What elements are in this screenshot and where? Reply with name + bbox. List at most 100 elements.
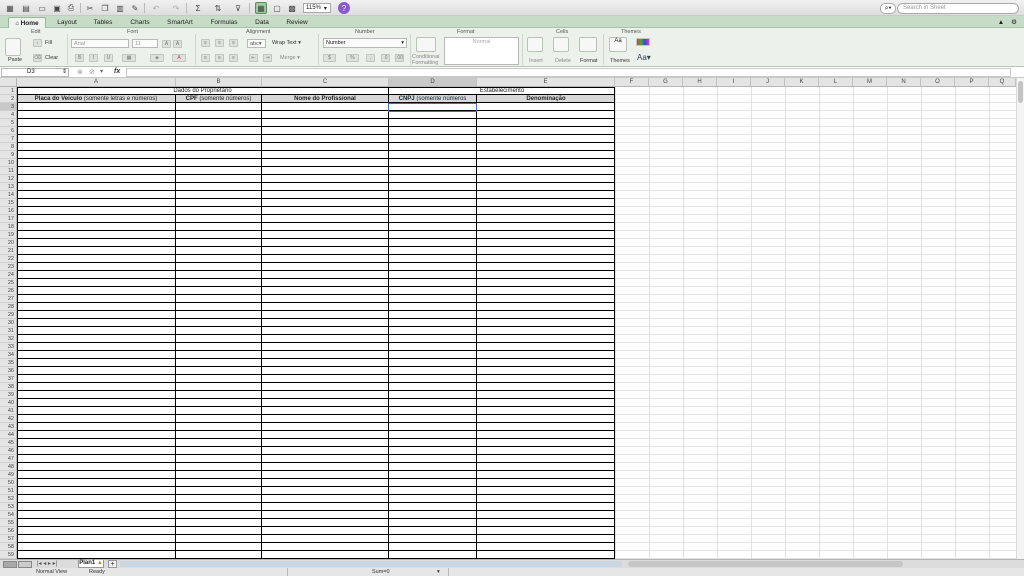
enter-icon[interactable]: ⊘ — [89, 68, 95, 76]
row-header-51[interactable]: 51 — [0, 487, 17, 495]
row-header-18[interactable]: 18 — [0, 223, 17, 231]
decrease-font-icon[interactable]: A — [173, 40, 182, 48]
column-header-m[interactable]: M — [853, 78, 887, 87]
horizontal-scroll-thumb[interactable] — [628, 561, 903, 567]
row-header-52[interactable]: 52 — [0, 495, 17, 503]
column-header-l[interactable]: L — [819, 78, 853, 87]
row-header-56[interactable]: 56 — [0, 527, 17, 535]
comma-format-icon[interactable]: , — [366, 54, 375, 62]
orientation-select[interactable]: abc▾ — [247, 39, 266, 48]
column-header-o[interactable]: O — [921, 78, 955, 87]
open-icon[interactable]: ▭ — [36, 2, 48, 14]
vertical-scrollbar[interactable] — [1016, 78, 1024, 559]
column-header-d[interactable]: D — [389, 78, 477, 87]
align-middle-icon[interactable]: ≡ — [215, 39, 224, 47]
italic-icon[interactable]: I — [89, 54, 98, 62]
clear-icon[interactable]: ⌫ — [33, 54, 42, 62]
row-header-24[interactable]: 24 — [0, 271, 17, 279]
sort-icon[interactable]: ⇅ — [212, 2, 224, 14]
row-header-50[interactable]: 50 — [0, 479, 17, 487]
row-header-26[interactable]: 26 — [0, 287, 17, 295]
ribbon-settings-icon[interactable]: ⚙ — [1008, 17, 1020, 28]
row-header-35[interactable]: 35 — [0, 359, 17, 367]
tab-layout[interactable]: Layout — [50, 17, 84, 28]
align-left-icon[interactable]: ≡ — [201, 54, 210, 62]
row-header-40[interactable]: 40 — [0, 399, 17, 407]
row-header-44[interactable]: 44 — [0, 431, 17, 439]
delete-button[interactable]: Delete — [555, 58, 571, 64]
paste-button[interactable]: Paste — [8, 57, 22, 63]
column-header-g[interactable]: G — [649, 78, 683, 87]
row-header-15[interactable]: 15 — [0, 199, 17, 207]
row-header-58[interactable]: 58 — [0, 543, 17, 551]
column-header-f[interactable]: F — [615, 78, 649, 87]
save-icon[interactable]: ▣ — [51, 2, 63, 14]
cut-icon[interactable]: ✂ — [84, 2, 96, 14]
clear-button[interactable]: Clear — [45, 55, 58, 61]
theme-colors-icon[interactable] — [636, 38, 650, 46]
row-header-5[interactable]: 5 — [0, 119, 17, 127]
row-header-12[interactable]: 12 — [0, 175, 17, 183]
print-icon[interactable]: ⎙ — [65, 2, 77, 14]
fx-icon[interactable]: fx — [114, 68, 120, 75]
format-cells-icon[interactable] — [579, 37, 597, 52]
row-header-8[interactable]: 8 — [0, 143, 17, 151]
column-header-c[interactable]: C — [262, 78, 389, 87]
row-header-57[interactable]: 57 — [0, 535, 17, 543]
row-header-3[interactable]: 3 — [0, 103, 17, 111]
fill-button[interactable]: Fill — [45, 40, 52, 46]
name-box[interactable]: D3 — [1, 68, 69, 77]
row-header-4[interactable]: 4 — [0, 111, 17, 119]
align-top-icon[interactable]: ≡ — [201, 39, 210, 47]
column-header-b[interactable]: B — [176, 78, 262, 87]
vertical-scroll-thumb[interactable] — [1018, 81, 1023, 103]
help-icon[interactable]: ? — [338, 2, 350, 14]
row-header-11[interactable]: 11 — [0, 167, 17, 175]
row-header-45[interactable]: 45 — [0, 439, 17, 447]
row-header-34[interactable]: 34 — [0, 351, 17, 359]
themes-button[interactable]: Themes — [610, 58, 630, 64]
row-header-32[interactable]: 32 — [0, 335, 17, 343]
style-normal[interactable]: Normal — [444, 37, 519, 65]
row-header-33[interactable]: 33 — [0, 343, 17, 351]
format-button[interactable]: Format — [580, 58, 597, 64]
merge-button[interactable]: Merge ▾ — [280, 55, 300, 61]
row-header-19[interactable]: 19 — [0, 231, 17, 239]
conditional-formatting-button[interactable]: Conditional Formatting — [412, 54, 444, 66]
bold-icon[interactable]: B — [75, 54, 84, 62]
themes-icon[interactable]: Aa — [609, 37, 627, 52]
status-sum[interactable]: Sum=0 — [372, 568, 390, 576]
row-header-17[interactable]: 17 — [0, 215, 17, 223]
row-header-30[interactable]: 30 — [0, 319, 17, 327]
font-size-select[interactable]: 11 — [132, 39, 158, 48]
align-center-icon[interactable]: ≡ — [215, 54, 224, 62]
sheet-nav-icon[interactable]: |◂ ◂ ▸ ▸| — [37, 560, 57, 567]
new-workbook-icon[interactable]: ▦ — [4, 2, 16, 14]
row-header-7[interactable]: 7 — [0, 135, 17, 143]
row-header-2[interactable]: 2 — [0, 95, 17, 103]
toolbox-icon[interactable]: ▢ — [271, 2, 283, 14]
borders-icon[interactable]: ▦ — [122, 54, 136, 62]
row-header-47[interactable]: 47 — [0, 455, 17, 463]
media-browser-icon[interactable]: ▩ — [286, 2, 298, 14]
row-header-48[interactable]: 48 — [0, 463, 17, 471]
row-header-46[interactable]: 46 — [0, 447, 17, 455]
sheet-tab-plan1[interactable]: Plan1 ▲ — [78, 560, 104, 568]
autosum-icon[interactable]: Σ — [192, 2, 204, 14]
conditional-formatting-icon[interactable] — [416, 37, 436, 52]
row-header-14[interactable]: 14 — [0, 191, 17, 199]
page-layout-view-icon[interactable] — [18, 561, 32, 568]
gallery-icon[interactable]: ▦ — [255, 2, 267, 14]
templates-icon[interactable]: ▤ — [20, 2, 32, 14]
column-header-k[interactable]: K — [785, 78, 819, 87]
status-sum-dropdown-icon[interactable]: ▾ — [437, 568, 440, 576]
column-header-n[interactable]: N — [887, 78, 921, 87]
font-name-select[interactable]: Arial — [71, 39, 129, 48]
row-header-36[interactable]: 36 — [0, 367, 17, 375]
row-header-43[interactable]: 43 — [0, 423, 17, 431]
decrease-decimal-icon[interactable]: .00 — [395, 54, 404, 62]
row-header-54[interactable]: 54 — [0, 511, 17, 519]
increase-decimal-icon[interactable]: .0 — [381, 54, 390, 62]
normal-view-icon[interactable] — [3, 561, 17, 568]
number-format-select[interactable]: Number ▾ — [323, 38, 407, 48]
